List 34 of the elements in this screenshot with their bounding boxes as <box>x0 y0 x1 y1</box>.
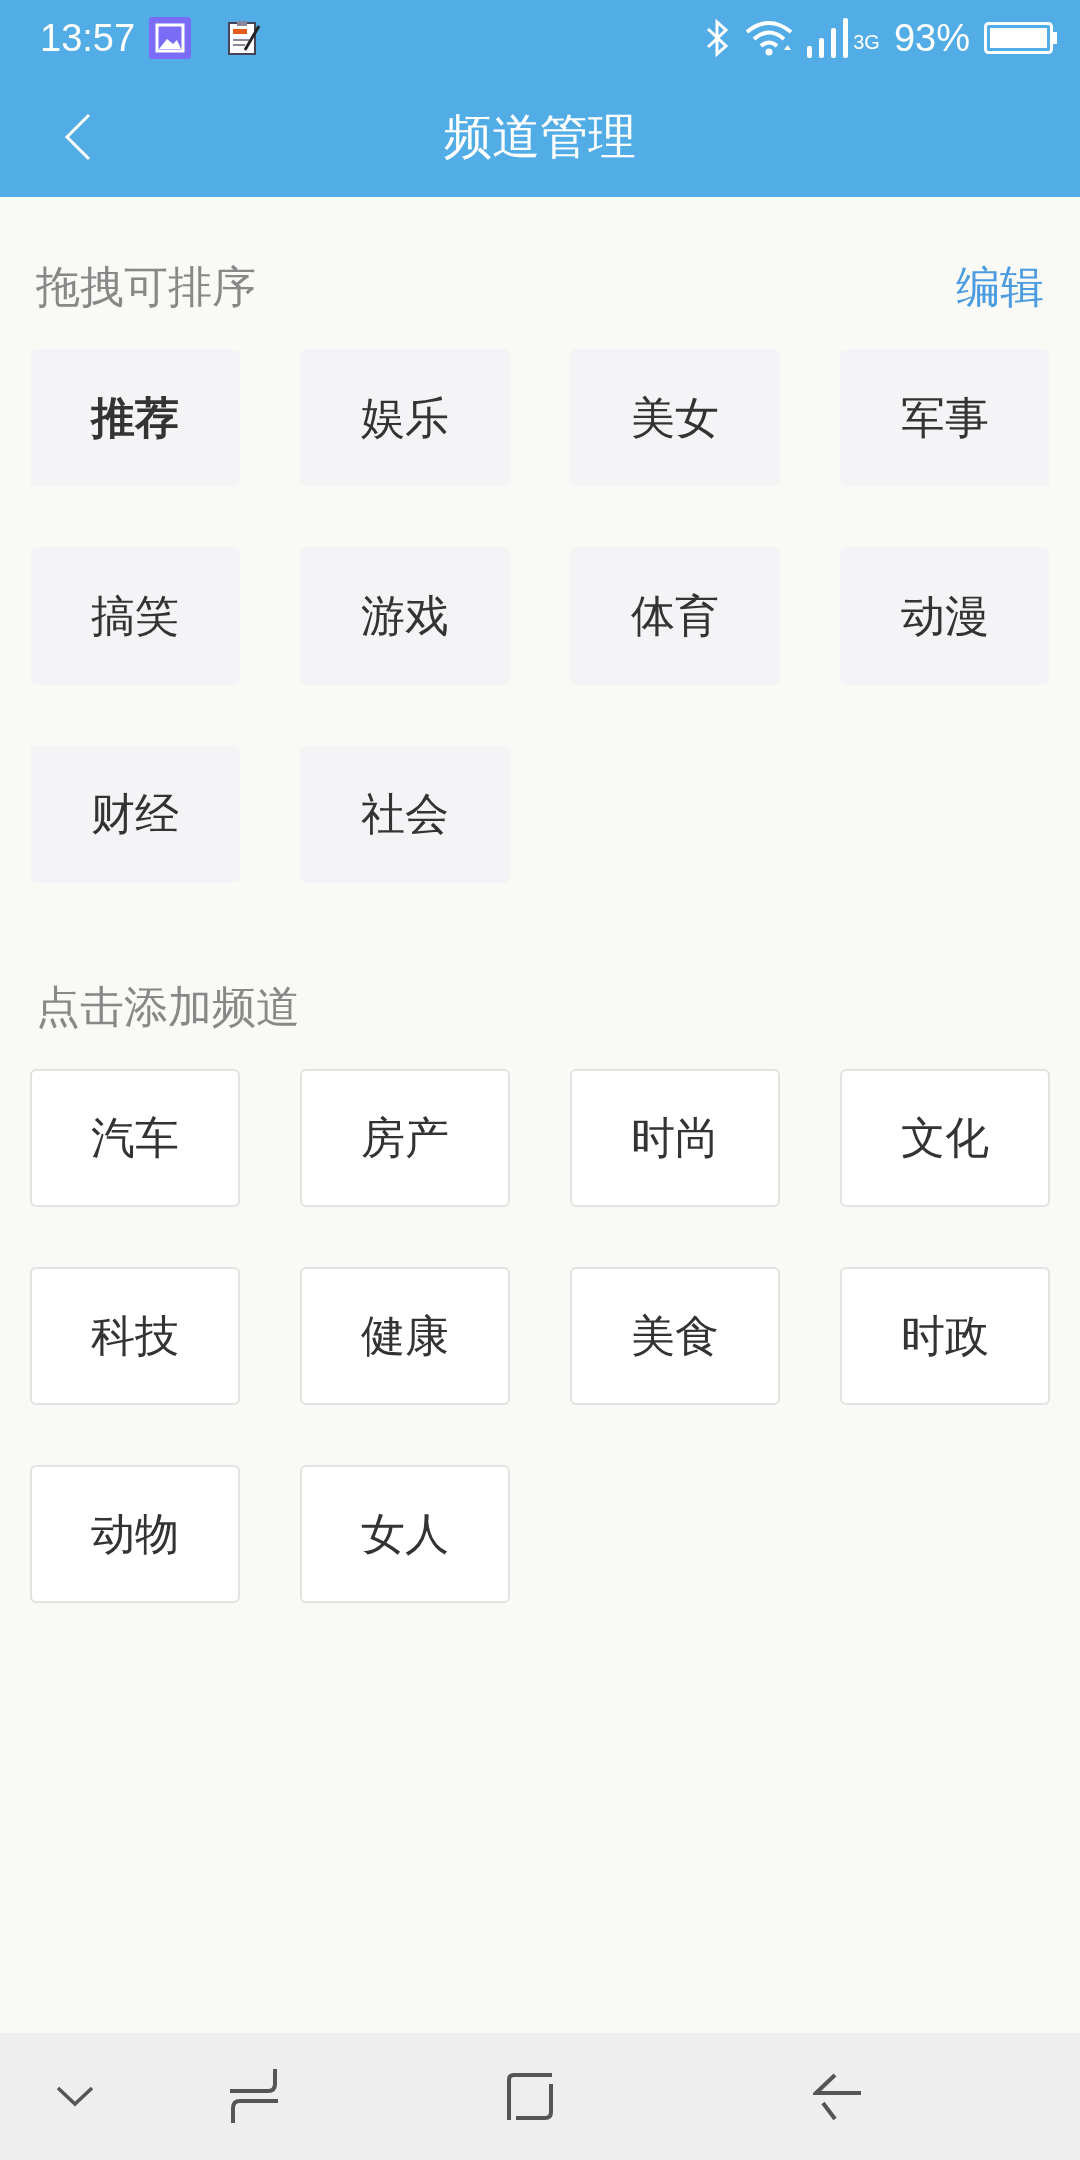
back-arrow-icon[interactable] <box>813 2072 861 2121</box>
channel-tile[interactable]: 时政 <box>840 1267 1050 1405</box>
channel-tile[interactable]: 社会 <box>300 745 510 883</box>
channel-tile[interactable]: 美女 <box>570 349 780 487</box>
channel-tile[interactable]: 女人 <box>300 1465 510 1603</box>
battery-icon <box>984 22 1058 54</box>
network-type: 3G <box>853 30 880 54</box>
section-title: 拖拽可排序 <box>36 259 256 314</box>
channel-tile[interactable]: 美食 <box>570 1267 780 1405</box>
channel-tile[interactable]: 军事 <box>840 349 1050 487</box>
chevron-down-icon[interactable] <box>56 2085 94 2108</box>
channel-tile[interactable]: 娱乐 <box>300 349 510 487</box>
channel-tile[interactable]: 动物 <box>30 1465 240 1603</box>
switch-icon[interactable] <box>230 2068 278 2125</box>
image-icon <box>149 17 192 59</box>
channel-tile[interactable]: 健康 <box>300 1267 510 1405</box>
wifi-icon <box>745 20 794 56</box>
signal-icon <box>807 18 850 58</box>
channel-tile[interactable]: 时尚 <box>570 1069 780 1207</box>
section-title: 点击添加频道 <box>36 979 300 1034</box>
channel-tile[interactable]: 财经 <box>30 745 240 883</box>
channel-tile[interactable]: 房产 <box>300 1069 510 1207</box>
channel-tile[interactable]: 体育 <box>570 547 780 685</box>
notepad-icon <box>227 20 262 56</box>
channel-tile[interactable]: 科技 <box>30 1267 240 1405</box>
battery-percent: 93% <box>893 16 970 60</box>
channel-tile[interactable]: 推荐 <box>30 349 240 487</box>
channel-tile[interactable]: 搞笑 <box>30 547 240 685</box>
channel-tile[interactable]: 动漫 <box>840 547 1050 685</box>
channel-tile[interactable]: 文化 <box>840 1069 1050 1207</box>
page-title: 频道管理 <box>444 106 636 166</box>
channel-tile[interactable]: 游戏 <box>300 547 510 685</box>
channel-tile[interactable]: 汽车 <box>30 1069 240 1207</box>
time: 13:57 <box>40 16 136 60</box>
